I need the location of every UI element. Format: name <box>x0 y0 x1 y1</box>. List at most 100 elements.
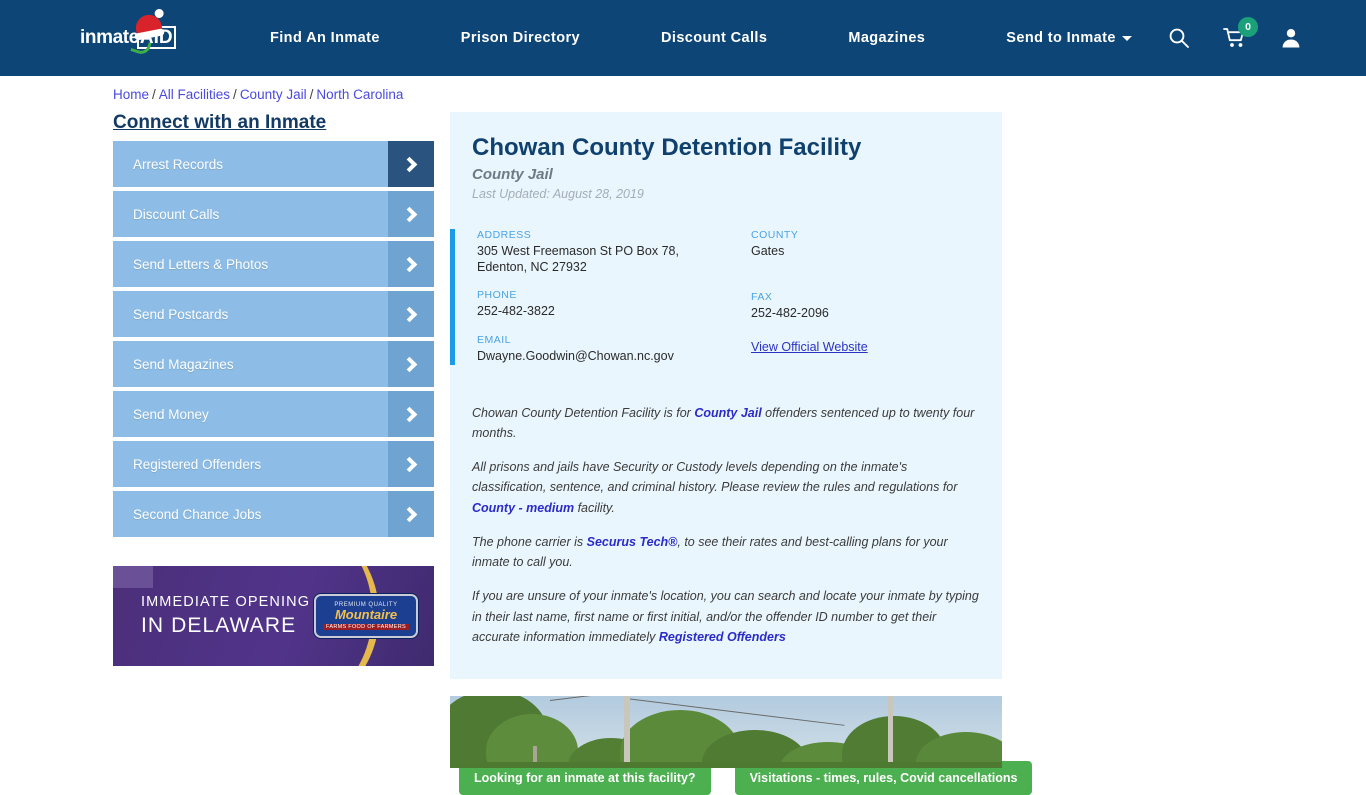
sidebar-heading: Connect with an Inmate <box>113 112 327 133</box>
sidebar-item-label: Send Magazines <box>133 356 234 372</box>
breadcrumb-separator: / <box>152 87 156 102</box>
paragraph-3-link[interactable]: Securus Tech® <box>587 535 678 549</box>
address-label: ADDRESS <box>477 229 532 241</box>
official-website-link[interactable]: View Official Website <box>751 340 868 354</box>
sidebar-item-label: Registered Offenders <box>133 456 262 472</box>
breadcrumb-separator: / <box>309 87 314 102</box>
sidebar-item-send-letters-photos[interactable]: Send Letters & Photos <box>113 241 434 287</box>
nav-label: Find An Inmate <box>270 30 380 46</box>
facility-detail-panel: Chowan County Detention Facility County … <box>450 112 1002 679</box>
breadcrumb-item-all-facilities[interactable]: All Facilities <box>159 87 230 102</box>
breadcrumb-separator: / <box>233 87 237 102</box>
sidebar-item-label: Second Chance Jobs <box>133 506 262 522</box>
paragraph-4: If you are unsure of your inmate's locat… <box>472 586 980 647</box>
page-body: Home / All Facilities / County Jail / North Ca… <box>0 76 1366 795</box>
sidebar-item-label: Send Postcards <box>133 306 229 322</box>
nav-label: Prison Directory <box>460 30 581 46</box>
info-column-right: COUNTY Gates FAX 252-482-2096 View Offic… <box>751 229 1001 365</box>
info-column-left: ADDRESS 305 West Freemason St PO Box 78,… <box>477 229 751 365</box>
utility-pole <box>888 696 893 768</box>
sidebar-item-label: Send Money <box>133 406 209 422</box>
breadcrumb: Home / All Facilities / County Jail / North Ca… <box>113 87 403 102</box>
chevron-right-icon <box>388 441 434 487</box>
ad-line-1: IMMEDIATE OPENING <box>141 594 311 610</box>
utility-pole <box>624 696 630 768</box>
facility-info-block: ADDRESS 305 West Freemason St PO Box 78,… <box>450 229 1002 365</box>
nav-item-discount-calls[interactable]: Discount Calls <box>661 30 767 46</box>
santa-hat-icon <box>133 12 163 37</box>
nav-label: Send to Inmate <box>1006 30 1116 46</box>
sidebar-item-send-postcards[interactable]: Send Postcards <box>113 291 434 337</box>
nav-item-find-an-inmate[interactable]: Find An Inmate <box>270 30 380 46</box>
sidebar-item-label: Arrest Records <box>133 156 224 172</box>
sidebar-item-arrest-records[interactable]: Arrest Records <box>113 141 434 187</box>
search-icon[interactable] <box>1167 26 1191 50</box>
ad-logo-main-text: Mountaire <box>334 607 398 623</box>
mountaire-logo: PREMIUM QUALITY Mountaire FARMS FOOD OF … <box>314 594 418 638</box>
paragraph-2-post: facility. <box>574 500 615 515</box>
nav-label: Discount Calls <box>661 30 768 46</box>
fax-label: FAX <box>751 290 773 303</box>
facility-type: County Jail <box>472 166 553 183</box>
sidebar-item-second-chance-jobs[interactable]: Second Chance Jobs <box>113 491 434 537</box>
grass-strip <box>450 762 1002 768</box>
sidebar-item-registered-offenders[interactable]: Registered Offenders <box>113 441 434 487</box>
cart-icon[interactable]: 0 <box>1223 17 1258 50</box>
fax-value: 252-482-2096 <box>751 305 829 320</box>
chevron-right-icon <box>388 191 434 237</box>
sidebar-item-send-money[interactable]: Send Money <box>113 391 434 437</box>
breadcrumb-item-home[interactable]: Home <box>113 87 149 102</box>
breadcrumb-item-county-jail[interactable]: County Jail <box>240 87 307 102</box>
chevron-right-icon <box>388 241 434 287</box>
nav-item-magazines[interactable]: Magazines <box>848 30 925 46</box>
advertisement-banner[interactable]: IMMEDIATE OPENING IN DELAWARE PREMIUM QU… <box>113 566 434 666</box>
sidebar-item-label: Discount Calls <box>133 206 220 222</box>
email-label: EMAIL <box>477 333 512 346</box>
county-label: COUNTY <box>751 229 799 241</box>
chevron-right-icon <box>388 141 434 187</box>
chevron-right-icon <box>388 491 434 537</box>
site-logo[interactable]: inmate AID <box>80 12 184 57</box>
sidebar-item-label: Send Letters & Photos <box>133 256 269 272</box>
nav-icon-group: 0 <box>1167 0 1303 76</box>
paragraph-2-pre: All prisons and jails have Security or C… <box>472 460 958 495</box>
paragraph-2: All prisons and jails have Security or C… <box>472 457 980 518</box>
address-value: 305 West Freemason St PO Box 78, Edenton… <box>477 244 751 275</box>
paragraph-4-link[interactable]: Registered Offenders <box>659 630 786 644</box>
sidebar-menu: Arrest Records Discount Calls Send Lette… <box>113 141 434 541</box>
user-account-icon[interactable] <box>1279 26 1303 50</box>
ad-logo-sub-text: FARMS FOOD OF FARMERS <box>323 623 409 630</box>
facility-street-view-photo <box>450 696 1002 768</box>
phone-value[interactable]: 252-482-3822 <box>477 304 751 320</box>
sidebar-item-discount-calls[interactable]: Discount Calls <box>113 191 434 237</box>
ad-line-2: IN DELAWARE <box>141 614 297 637</box>
top-navigation-bar: inmate AID Find An Inmate Prison Directo… <box>0 0 1366 76</box>
county-value: Gates <box>751 244 785 258</box>
nav-item-send-to-inmate[interactable]: Send to Inmate <box>1006 30 1132 46</box>
email-value[interactable]: Dwayne.Goodwin@Chowan.nc.gov <box>477 349 751 365</box>
sidebar-item-send-magazines[interactable]: Send Magazines <box>113 341 434 387</box>
phone-label: PHONE <box>477 289 517 302</box>
paragraph-2-link[interactable]: County - medium <box>472 501 574 515</box>
page-title: Chowan County Detention Facility <box>472 134 862 161</box>
paragraph-1: Chowan County Detention Facility is for … <box>472 403 980 444</box>
logo-text-inmate: inmate <box>80 26 139 48</box>
facility-description: Chowan County Detention Facility is for … <box>450 403 1002 648</box>
address-line-1: 305 West Freemason St PO Box 78, <box>477 244 679 258</box>
nav-item-prison-directory[interactable]: Prison Directory <box>461 30 580 46</box>
nav-label: Magazines <box>848 30 926 46</box>
chevron-right-icon <box>388 291 434 337</box>
chevron-right-icon <box>388 341 434 387</box>
chevron-right-icon <box>388 391 434 437</box>
paragraph-3-pre: The phone carrier is <box>472 534 587 549</box>
chevron-down-icon <box>1121 35 1132 41</box>
last-updated-text: Last Updated: August 28, 2019 <box>472 187 644 201</box>
main-menu: Find An Inmate Prison Directory Discount… <box>250 0 1132 76</box>
paragraph-3: The phone carrier is Securus Tech®, to s… <box>472 532 980 573</box>
paragraph-1-link[interactable]: County Jail <box>694 406 761 420</box>
breadcrumb-item-north-carolina[interactable]: North Carolina <box>316 87 403 102</box>
cart-count-badge: 0 <box>1238 17 1258 37</box>
address-line-2: Edenton, NC 27932 <box>477 259 587 274</box>
ad-corner-decoration <box>113 566 153 588</box>
paragraph-1-pre: Chowan County Detention Facility is for <box>472 405 695 420</box>
